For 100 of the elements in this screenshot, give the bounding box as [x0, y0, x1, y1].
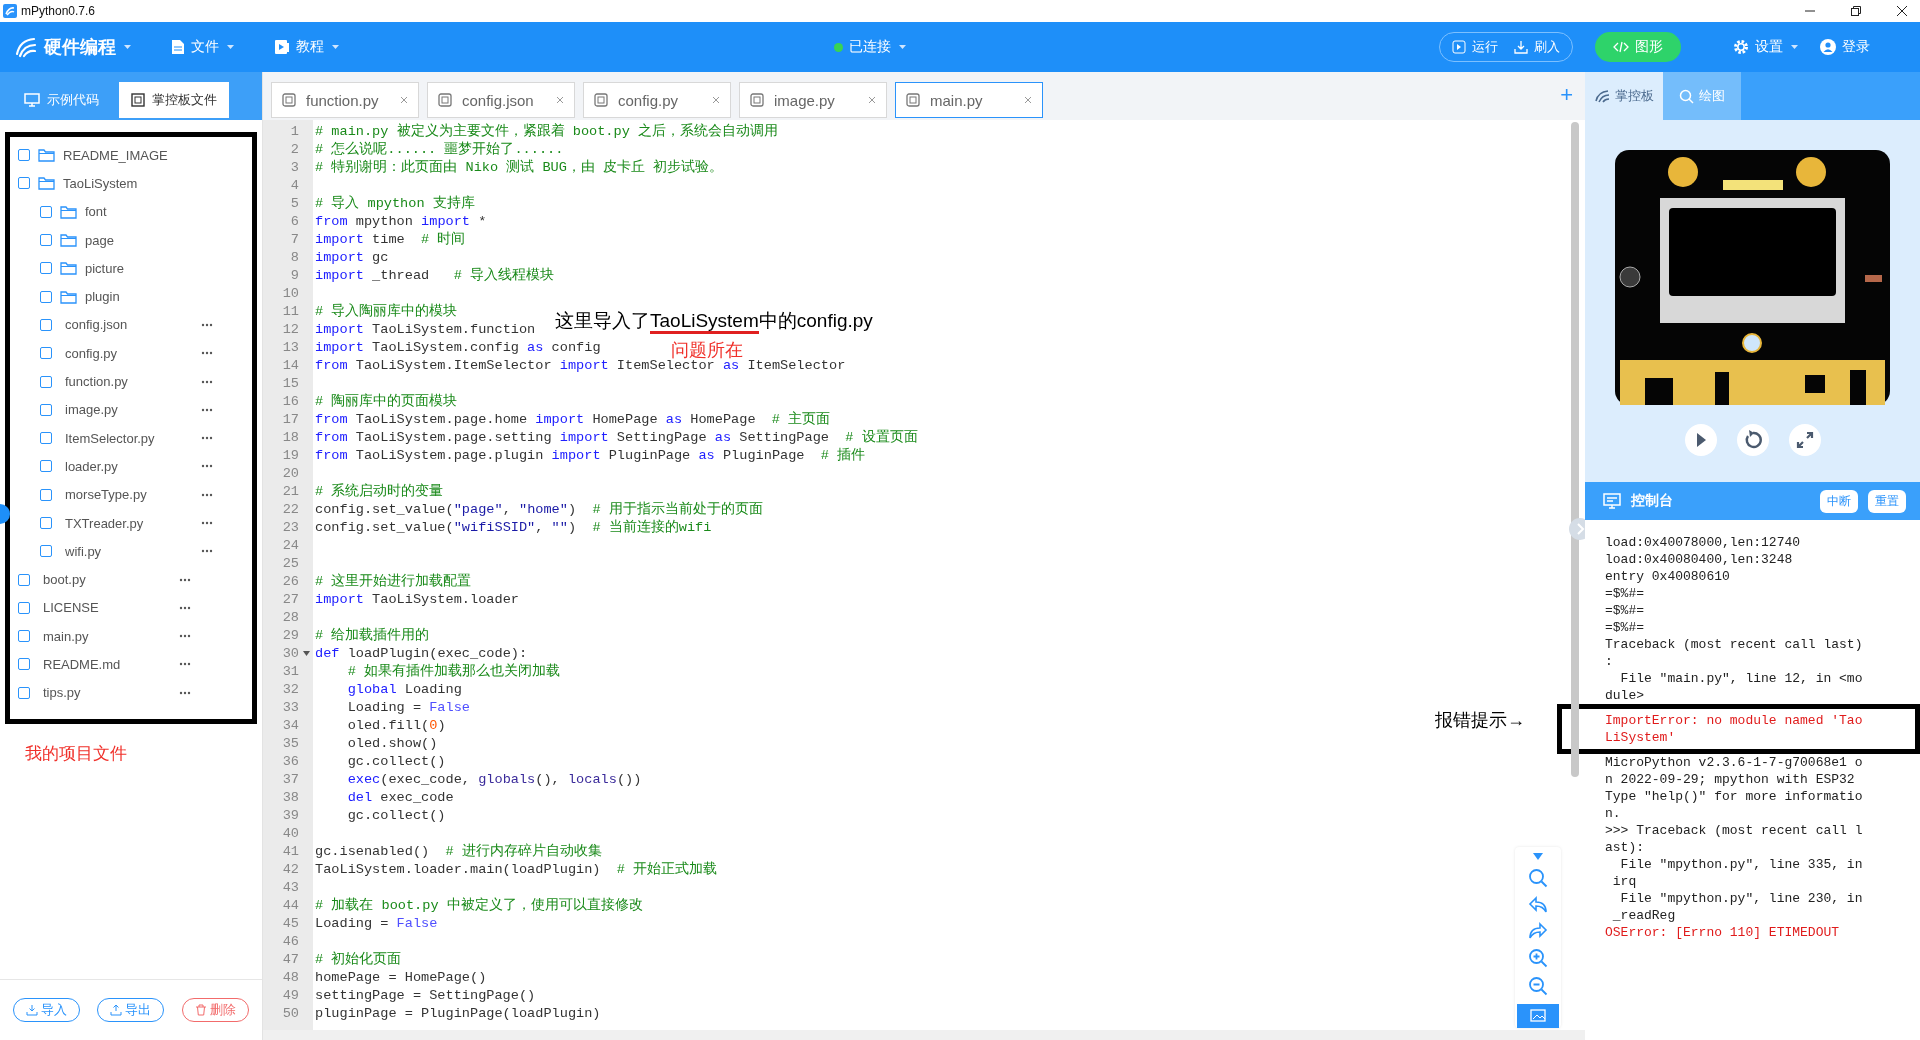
file-name[interactable]: ItemSelector.py [65, 430, 193, 446]
folder-name[interactable]: README_IMAGE [63, 147, 168, 163]
file-name[interactable]: tips.py [43, 685, 171, 701]
file-name[interactable]: LICENSE [43, 600, 171, 616]
tutorial-menu[interactable]: 教程 [274, 38, 339, 56]
more-icon[interactable] [201, 436, 213, 441]
code-line: gc.collect() [346, 753, 446, 769]
file-name[interactable]: TXTreader.py [65, 515, 193, 531]
file-tab[interactable]: image.py [739, 82, 887, 118]
line-number: 48 [281, 969, 299, 985]
fullscreen-button[interactable] [1787, 423, 1822, 457]
image-button[interactable] [1517, 1004, 1559, 1028]
more-icon[interactable] [201, 521, 213, 525]
checkbox[interactable] [40, 488, 52, 501]
checkbox[interactable] [40, 517, 52, 529]
settings-menu[interactable]: 设置 [1733, 38, 1798, 56]
search-icon[interactable] [1528, 868, 1548, 888]
console-line: entry 0x40080610 [1605, 568, 1731, 585]
file-tab[interactable]: function.py [271, 82, 419, 118]
fold-icon[interactable] [302, 650, 310, 656]
scrollbar[interactable] [1571, 122, 1579, 777]
file-tab[interactable]: config.py [583, 82, 731, 118]
checkbox[interactable] [40, 375, 52, 388]
file-name[interactable]: image.py [65, 402, 193, 418]
checkbox[interactable] [40, 262, 52, 275]
checkbox[interactable] [18, 573, 30, 586]
hardware-mode-menu[interactable]: 硬件编程 [14, 35, 131, 59]
line-number: 3 [289, 159, 299, 175]
console-title: 控制台 [1631, 492, 1673, 510]
play-button[interactable] [1683, 423, 1718, 457]
checkbox[interactable] [18, 686, 30, 699]
folder-name[interactable]: plugin [85, 289, 120, 305]
file-name[interactable]: loader.py [65, 458, 193, 474]
error-line: OSError: [Errno 110] ETIMEDOUT [1605, 924, 1841, 941]
more-icon[interactable] [201, 351, 213, 356]
code-line: homePage = HomePage() [314, 969, 487, 985]
flash-button[interactable]: 刷入 [1514, 38, 1560, 56]
document-icon [171, 39, 185, 55]
reset-button[interactable] [1735, 423, 1770, 457]
interrupt-button[interactable]: 中断 [1820, 489, 1858, 513]
more-icon[interactable] [179, 577, 191, 582]
more-icon[interactable] [179, 605, 191, 610]
more-icon[interactable] [179, 690, 191, 695]
login-button[interactable]: 登录 [1820, 38, 1870, 56]
checkbox[interactable] [18, 630, 30, 643]
file-name[interactable]: README.md [43, 657, 171, 672]
checkbox[interactable] [40, 432, 52, 445]
file-name[interactable]: boot.py [43, 572, 171, 588]
reset-button[interactable]: 重置 [1868, 489, 1906, 513]
collapse-panel-button[interactable] [1569, 518, 1585, 540]
checkbox[interactable] [18, 149, 30, 162]
folder-name[interactable]: font [85, 204, 107, 220]
undo-icon[interactable] [1528, 896, 1548, 914]
file-tab[interactable]: main.py [895, 82, 1043, 118]
checkbox[interactable] [40, 460, 52, 473]
file-tab[interactable]: config.json [427, 82, 575, 118]
file-name[interactable]: function.py [65, 374, 193, 389]
file-name[interactable]: config.py [65, 345, 193, 361]
connection-status[interactable]: 已连接 [834, 38, 906, 56]
more-icon[interactable] [201, 379, 213, 384]
redo-icon[interactable] [1528, 922, 1548, 940]
line-number: 6 [289, 213, 299, 229]
console-line: =$%#= [1605, 585, 1645, 602]
checkbox[interactable] [40, 347, 52, 360]
checkbox[interactable] [18, 177, 30, 190]
line-number: 13 [281, 339, 299, 355]
checkbox[interactable] [40, 290, 52, 303]
more-icon[interactable] [201, 464, 213, 469]
more-icon[interactable] [179, 662, 191, 667]
checkbox[interactable] [40, 234, 52, 247]
folder-name[interactable]: page [85, 232, 114, 248]
board-files-tab[interactable]: 掌控板文件 [119, 82, 229, 118]
checkbox[interactable] [40, 205, 52, 218]
checkbox[interactable] [40, 318, 52, 331]
line-number: 17 [281, 411, 299, 427]
folder-name[interactable]: TaoLiSystem [63, 175, 138, 191]
more-icon[interactable] [201, 407, 213, 412]
more-icon[interactable] [201, 492, 213, 497]
caret-icon[interactable] [1533, 853, 1543, 860]
checkbox[interactable] [40, 545, 52, 558]
folder-name[interactable]: picture [85, 260, 125, 276]
zoom-out-icon[interactable] [1528, 976, 1548, 996]
run-button[interactable]: 运行 [1452, 38, 1498, 56]
file-name[interactable]: wifi.py [65, 543, 193, 559]
board-tab[interactable]: 掌控板 [1585, 72, 1663, 120]
file-name[interactable]: main.py [43, 628, 171, 644]
more-icon[interactable] [201, 322, 213, 327]
zoom-in-icon[interactable] [1528, 948, 1548, 968]
file-menu[interactable]: 文件 [171, 38, 234, 56]
checkbox[interactable] [18, 601, 30, 614]
line-number: 41 [281, 843, 299, 859]
more-icon[interactable] [179, 634, 191, 639]
file-name[interactable]: morseType.py [65, 487, 193, 503]
checkbox[interactable] [18, 658, 30, 671]
checkbox[interactable] [40, 403, 52, 416]
more-icon[interactable] [201, 549, 213, 554]
file-name[interactable]: config.json [65, 317, 193, 333]
restore-icon[interactable] [1850, 5, 1862, 17]
line-number: 40 [281, 825, 299, 841]
close-icon[interactable] [1896, 5, 1908, 17]
